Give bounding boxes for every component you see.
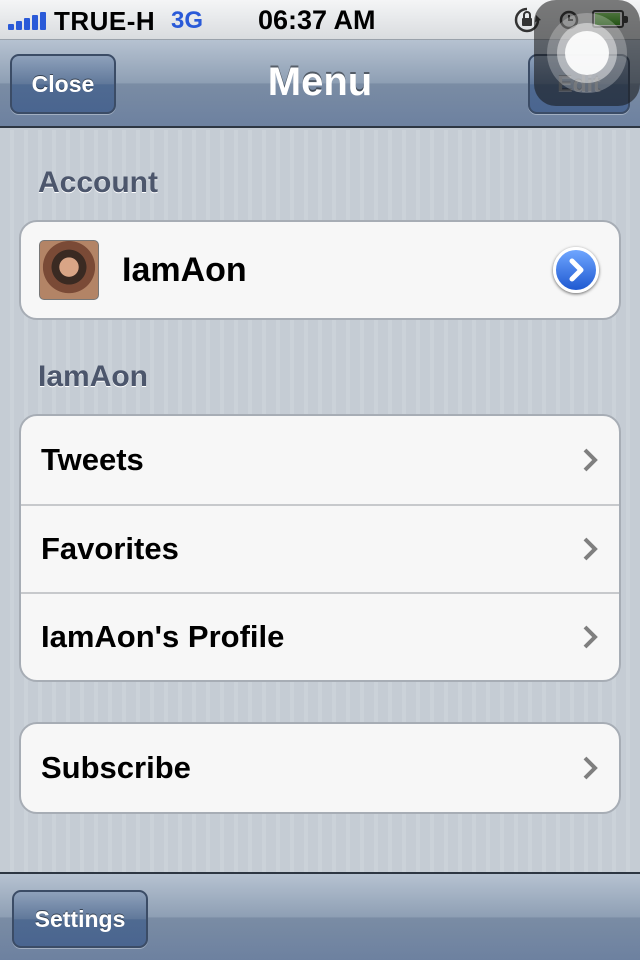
subscribe-group: Subscribe: [19, 722, 621, 814]
section-header-user: IamAon: [38, 360, 149, 393]
chevron-right-icon: [583, 448, 598, 472]
avatar: [39, 240, 99, 300]
menu-item-label: Tweets: [41, 442, 144, 477]
menu-item-subscribe[interactable]: Subscribe: [21, 724, 619, 812]
menu-item-profile[interactable]: IamAon's Profile: [21, 592, 619, 680]
chevron-right-icon: [583, 756, 598, 780]
network-type: 3G: [171, 7, 204, 34]
menu-item-label: Subscribe: [41, 750, 191, 785]
menu-item-tweets[interactable]: Tweets: [21, 416, 619, 504]
bottom-toolbar: Settings: [0, 872, 640, 960]
account-row[interactable]: IamAon: [21, 222, 619, 318]
carrier-name: TRUE-H: [54, 6, 156, 36]
menu-content: Account IamAon IamAon Tweets Favorites I…: [0, 130, 640, 872]
blue-disclosure-arrow-icon[interactable]: [553, 247, 599, 293]
account-name: IamAon: [122, 250, 247, 289]
user-menu-group: Tweets Favorites IamAon's Profile: [19, 414, 621, 682]
chevron-right-icon: [583, 537, 598, 561]
menu-item-label: IamAon's Profile: [41, 619, 285, 654]
settings-button[interactable]: Settings: [12, 890, 148, 948]
account-group: IamAon: [19, 220, 621, 320]
menu-item-favorites[interactable]: Favorites: [21, 504, 619, 592]
assistive-touch-icon[interactable]: [534, 0, 640, 106]
menu-item-label: Favorites: [41, 531, 179, 566]
section-header-account: Account: [38, 166, 158, 199]
chevron-right-icon: [583, 625, 598, 649]
status-time: 06:37 AM: [258, 5, 376, 35]
signal-bars-icon: [8, 10, 48, 30]
